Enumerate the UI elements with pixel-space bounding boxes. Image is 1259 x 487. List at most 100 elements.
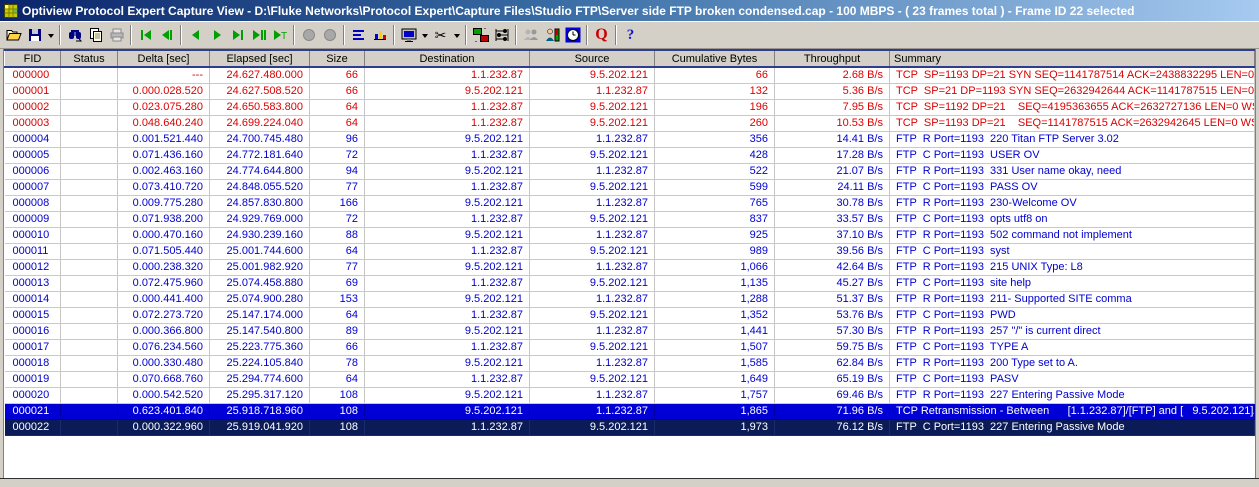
cell-fid: 000000 [5, 67, 61, 83]
frame-row-000016[interactable]: 0000160.000.366.80025.147.540.800899.5.2… [5, 323, 1255, 339]
next-frame-icon [209, 27, 225, 43]
frame-row-000000[interactable]: 000000---24.627.480.000661.1.232.879.5.2… [5, 67, 1255, 83]
find-button[interactable] [64, 24, 85, 46]
cell-status [61, 227, 118, 243]
cell-cumulative-bytes: 1,441 [655, 323, 775, 339]
cell-size: 66 [310, 339, 365, 355]
frame-row-000006[interactable]: 0000060.002.463.16024.774.644.800949.5.2… [5, 163, 1255, 179]
frame-row-000019[interactable]: 0000190.070.668.76025.294.774.600641.1.2… [5, 371, 1255, 387]
save-button[interactable] [24, 24, 45, 46]
print-button[interactable] [106, 24, 127, 46]
monitor-view-dropdown[interactable] [419, 24, 430, 46]
frame-row-000022[interactable]: 0000220.000.322.96025.919.041.9201081.1.… [5, 419, 1255, 435]
frame-row-000021[interactable]: 0000210.623.401.84025.918.718.9601089.5.… [5, 403, 1255, 419]
frame-row-000018[interactable]: 0000180.000.330.48025.224.105.840789.5.2… [5, 355, 1255, 371]
experts-button[interactable] [520, 24, 541, 46]
column-header-throughput[interactable]: Throughput [775, 50, 890, 67]
toolbar-separator [615, 25, 617, 45]
column-header-size[interactable]: Size [310, 50, 365, 67]
frame-row-000004[interactable]: 0000040.001.521.44024.700.745.480969.5.2… [5, 131, 1255, 147]
save-dropdown[interactable] [45, 24, 56, 46]
cell-source: 1.1.232.87 [530, 323, 655, 339]
next-marked-frame-button[interactable] [227, 24, 248, 46]
frame-row-000002[interactable]: 0000020.023.075.28024.650.583.800641.1.2… [5, 99, 1255, 115]
last-frame-button[interactable] [248, 24, 269, 46]
cell-elapsed-sec: 25.294.774.600 [210, 371, 310, 387]
cell-source: 1.1.232.87 [530, 195, 655, 211]
open-button[interactable] [3, 24, 24, 46]
column-header-fid[interactable]: FID [5, 50, 61, 67]
column-header-elapsed-sec[interactable]: Elapsed [sec] [210, 50, 310, 67]
stop-icon [322, 27, 338, 43]
cell-summary: FTP R Port=1193 211- Supported SITE comm… [890, 291, 1255, 307]
cell-destination: 1.1.232.87 [365, 371, 530, 387]
frame-row-000011[interactable]: 0000110.071.505.44025.001.744.600641.1.2… [5, 243, 1255, 259]
titlebar: Optiview Protocol Expert Capture View - … [0, 0, 1259, 21]
first-frame-button[interactable] [135, 24, 156, 46]
capture-filter-dropdown[interactable] [451, 24, 462, 46]
column-header-source[interactable]: Source [530, 50, 655, 67]
frame-row-000001[interactable]: 0000010.000.028.52024.627.508.520669.5.2… [5, 83, 1255, 99]
cell-size: 166 [310, 195, 365, 211]
cell-cumulative-bytes: 599 [655, 179, 775, 195]
cell-delta-sec: 0.000.028.520 [118, 83, 210, 99]
cell-size: 66 [310, 67, 365, 83]
next-frame-button[interactable] [206, 24, 227, 46]
copy-button[interactable] [85, 24, 106, 46]
cell-cumulative-bytes: 1,757 [655, 387, 775, 403]
frame-row-000008[interactable]: 0000080.009.775.28024.857.830.8001669.5.… [5, 195, 1255, 211]
cell-status [61, 323, 118, 339]
cell-delta-sec: 0.009.775.280 [118, 195, 210, 211]
frame-row-000012[interactable]: 0000120.000.238.32025.001.982.920779.5.2… [5, 259, 1255, 275]
cell-size: 153 [310, 291, 365, 307]
goto-trigger-button[interactable]: T [269, 24, 290, 46]
column-header-delta-sec[interactable]: Delta [sec] [118, 50, 210, 67]
cell-status [61, 163, 118, 179]
column-header-destination[interactable]: Destination [365, 50, 530, 67]
cell-throughput: 5.36 B/s [775, 83, 890, 99]
column-header-cumulative-bytes[interactable]: Cumulative Bytes [655, 50, 775, 67]
frame-row-000015[interactable]: 0000150.072.273.72025.147.174.000641.1.2… [5, 307, 1255, 323]
cell-throughput: 53.76 B/s [775, 307, 890, 323]
help-button[interactable]: ? [620, 24, 641, 46]
frame-row-000010[interactable]: 0000100.000.470.16024.930.239.160889.5.2… [5, 227, 1255, 243]
cell-size: 94 [310, 163, 365, 179]
capture-to-buffer-button[interactable] [470, 24, 491, 46]
cell-cumulative-bytes: 132 [655, 83, 775, 99]
qos-button[interactable]: Q [591, 24, 612, 46]
frame-summary-button[interactable] [348, 24, 369, 46]
cell-delta-sec: 0.000.238.320 [118, 259, 210, 275]
cell-throughput: 24.11 B/s [775, 179, 890, 195]
frame-row-000020[interactable]: 0000200.000.542.52025.295.317.1201089.5.… [5, 387, 1255, 403]
save-icon [27, 27, 43, 43]
cell-destination: 1.1.232.87 [365, 99, 530, 115]
cell-source: 9.5.202.121 [530, 339, 655, 355]
frame-row-000003[interactable]: 0000030.048.640.24024.699.224.040641.1.2… [5, 115, 1255, 131]
frame-row-000009[interactable]: 0000090.071.938.20024.929.769.000721.1.2… [5, 211, 1255, 227]
column-header-summary[interactable]: Summary [890, 50, 1255, 67]
frame-row-000005[interactable]: 0000050.071.436.16024.772.181.640721.1.2… [5, 147, 1255, 163]
frame-row-000014[interactable]: 0000140.000.441.40025.074.900.2801539.5.… [5, 291, 1255, 307]
prev-frame-button[interactable] [185, 24, 206, 46]
cell-delta-sec: 0.000.441.400 [118, 291, 210, 307]
capture-filter-button[interactable]: ✂ [430, 24, 451, 46]
statistics-button[interactable] [369, 24, 390, 46]
stop-button[interactable] [319, 24, 340, 46]
expert-view-button[interactable] [541, 24, 562, 46]
frame-row-000013[interactable]: 0000130.072.475.96025.074.458.880691.1.2… [5, 275, 1255, 291]
toolbar-separator [180, 25, 182, 45]
cell-cumulative-bytes: 1,352 [655, 307, 775, 323]
frame-row-000017[interactable]: 0000170.076.234.56025.223.775.360661.1.2… [5, 339, 1255, 355]
monitor-view-button[interactable] [398, 24, 419, 46]
cell-delta-sec: 0.000.542.520 [118, 387, 210, 403]
cell-size: 64 [310, 307, 365, 323]
cell-size: 108 [310, 419, 365, 435]
cell-summary: FTP C Port=1193 PASV [890, 371, 1255, 387]
column-header-status[interactable]: Status [61, 50, 118, 67]
retime-button[interactable] [562, 24, 583, 46]
cell-status [61, 387, 118, 403]
prev-marked-frame-button[interactable] [156, 24, 177, 46]
frame-row-000007[interactable]: 0000070.073.410.72024.848.055.520771.1.2… [5, 179, 1255, 195]
record-button[interactable] [298, 24, 319, 46]
sequence-view-button[interactable] [491, 24, 512, 46]
